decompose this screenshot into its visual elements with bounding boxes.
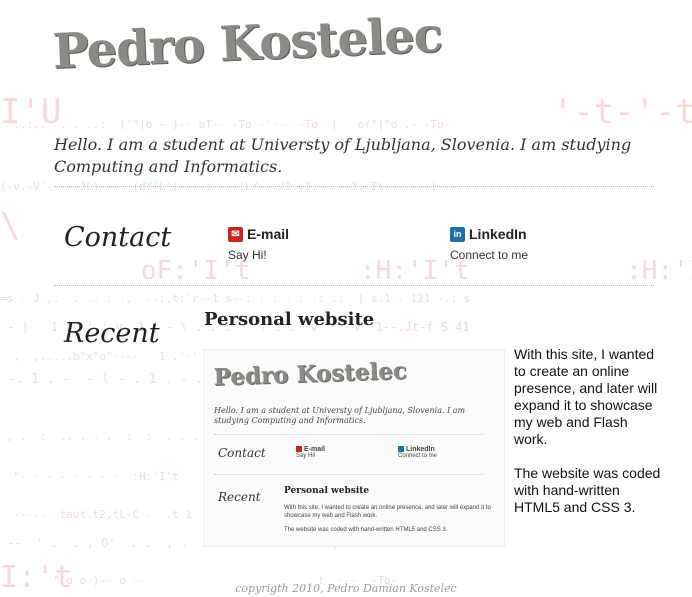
project-desc-2: The website was coded with hand-written … [514,465,661,515]
footer-copyright: copyrigth 2010, Pedro Damian Kostelec [235,582,457,595]
mail-icon: ✉ [228,226,243,242]
thumb-email-sub: Say Hi! [296,453,316,459]
linkedin-icon: in [450,226,465,242]
thumb-divider [214,474,484,475]
contact-linkedin: in LinkedIn Connect to me [450,226,528,262]
intro-text: Hello. I am a student at Universty of Lj… [54,135,632,176]
project-description: With this site, I wanted to create an on… [514,346,664,533]
contact-heading: Contact [64,222,172,253]
thumb-intro: Hello. I am a student at Universty of Lj… [214,406,466,425]
recent-heading: Recent [64,318,160,349]
linkedin-label: LinkedIn [469,226,527,242]
mail-icon [296,446,302,453]
thumb-desc2: The website was coded with hand-written … [284,527,448,533]
thumb-contact-heading: Contact [218,446,266,460]
contact-email: ✉ E-mail Say Hi! [228,226,289,262]
thumb-project-title: Personal website [284,486,370,496]
divider [54,186,654,187]
divider [54,285,654,286]
project-title: Personal website [204,309,375,330]
thumb-email: E-mail Say Hi! [296,446,326,459]
linkedin-subtext: Connect to me [450,248,529,262]
project-desc-1: With this site, I wanted to create an on… [514,346,658,447]
linkedin-icon [398,446,404,453]
email-label: E-mail [247,226,290,242]
site-title: Pedro Kostelec [51,7,443,80]
project-screenshot[interactable]: Pedro Kostelec Hello. I am a student at … [204,350,504,546]
thumb-linkedin-sub: Connect to me [398,453,438,459]
thumb-title: Pedro Kostelec [213,357,408,391]
thumb-recent-heading: Recent [218,490,261,504]
email-link[interactable]: ✉ E-mail [228,226,289,242]
page: Pedro Kostelec Hello. I am a student at … [0,0,692,597]
email-subtext: Say Hi! [228,248,267,262]
thumb-divider [214,434,484,435]
thumb-linkedin: LinkedIn Connect to me [398,446,438,459]
linkedin-link[interactable]: in LinkedIn [450,226,528,242]
thumb-desc1: With this site, I wanted to create an on… [284,505,491,519]
